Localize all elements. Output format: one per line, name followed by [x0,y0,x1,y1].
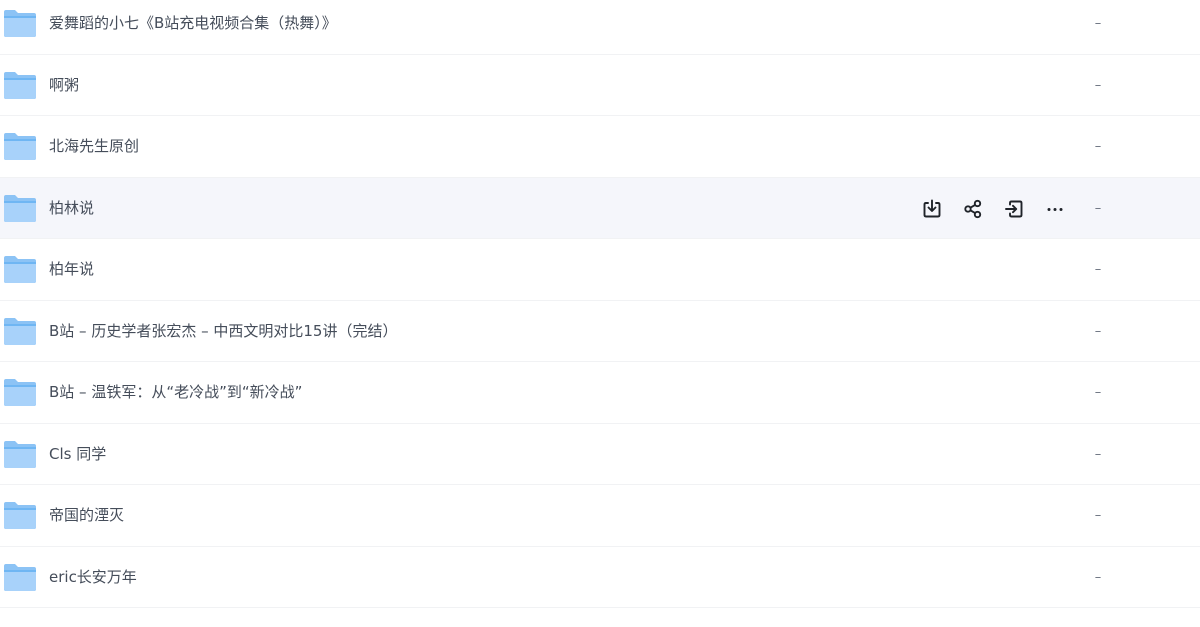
more-icon[interactable] [1042,196,1068,222]
folder-size: – [1094,139,1102,154]
folder-row[interactable]: 帝国的湮灭 – [0,485,1200,547]
folder-icon [4,317,36,345]
folder-size: – [1094,446,1102,462]
folder-size: – [1094,16,1102,31]
folder-name[interactable]: 北海先生原创 [49,116,139,177]
move-icon[interactable] [1001,196,1027,222]
folder-name[interactable]: 柏年说 [49,239,94,300]
folder-name[interactable]: B站 – 温铁军：从“老冷战”到“新冷战” [49,362,302,423]
folder-icon [4,440,36,468]
folder-name[interactable]: eric长安万年 [49,547,137,608]
folder-size: – [1094,569,1102,585]
folder-row-hovered[interactable]: 柏林说 – [0,177,1200,239]
folder-size: – [1094,385,1102,400]
folder-icon [4,132,36,160]
folder-icon [4,378,36,406]
folder-row[interactable]: 爱舞蹈的小七《B站充电视频合集（热舞）》 – [0,0,1200,55]
folder-name[interactable]: 柏林说 [49,178,94,239]
folder-row[interactable]: 啊粥 – [0,54,1200,116]
folder-size: – [1094,508,1102,523]
folder-icon [4,71,36,99]
download-icon[interactable] [919,196,945,222]
folder-name[interactable]: B站 – 历史学者张宏杰 – 中西文明对比15讲（完结） [49,301,397,362]
folder-icon [4,563,36,591]
folder-row[interactable]: Cls 同学 – [0,423,1200,485]
folder-row[interactable]: 柏年说 – [0,239,1200,301]
folder-icon [4,255,36,283]
folder-name[interactable]: 帝国的湮灭 [49,485,124,546]
folder-size: – [1094,77,1102,93]
folder-name[interactable]: Cls 同学 [49,424,106,485]
share-icon[interactable] [960,196,986,222]
file-list: 爱舞蹈的小七《B站充电视频合集（热舞）》 – 啊粥 – 北海先生原创 – 柏林说 [0,0,1200,608]
folder-row[interactable]: 北海先生原创 – [0,116,1200,178]
row-actions [919,196,1068,222]
folder-name[interactable]: 爱舞蹈的小七《B站充电视频合集（热舞）》 [49,0,337,54]
folder-icon [4,194,36,222]
folder-size: – [1094,323,1102,339]
folder-icon [4,9,36,37]
folder-row[interactable]: B站 – 历史学者张宏杰 – 中西文明对比15讲（完结） – [0,300,1200,362]
folder-row[interactable]: B站 – 温铁军：从“老冷战”到“新冷战” – [0,362,1200,424]
folder-row[interactable]: eric长安万年 – [0,546,1200,608]
folder-size: – [1094,262,1102,277]
folder-icon [4,501,36,529]
folder-name[interactable]: 啊粥 [49,55,79,116]
folder-size: – [1094,200,1102,216]
